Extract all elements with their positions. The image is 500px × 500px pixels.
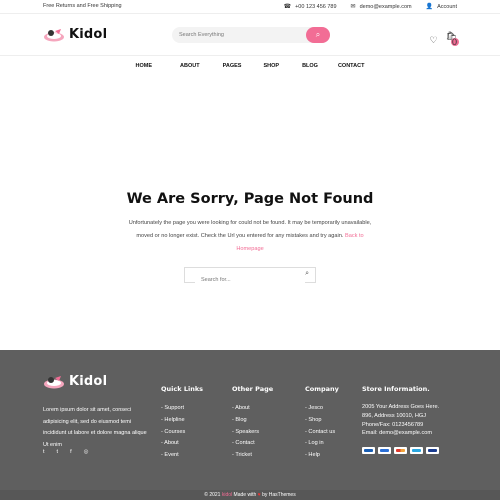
email-text: demo@example.com — [359, 3, 412, 10]
footer-column-company: Company - Jesco - Shop - Contact us - Lo… — [305, 385, 339, 464]
wishlist-icon[interactable]: ♡ — [429, 35, 437, 46]
social-links: t t f ◎ — [43, 449, 88, 455]
logo-text: Kidol — [69, 27, 108, 42]
top-bar: Free Returns and Free Shipping ☎ +00 123 … — [0, 0, 500, 14]
not-found-search: ⌕ — [184, 267, 316, 287]
footer-link[interactable]: - Log in — [305, 440, 324, 446]
nav-home[interactable]: HOME — [136, 56, 153, 76]
amex-icon — [362, 447, 375, 455]
footer-link[interactable]: - Support — [161, 405, 184, 411]
visa-icon — [426, 447, 439, 455]
footer-column-title: Quick Links — [161, 385, 204, 393]
footer-link[interactable]: - Shop — [305, 417, 321, 423]
logo-icon — [44, 28, 64, 41]
footer-link[interactable]: - Contact — [232, 440, 255, 446]
search-input[interactable] — [172, 27, 308, 43]
footer-column-title: Company — [305, 385, 339, 393]
footer-column-title: Other Page — [232, 385, 274, 393]
promo-text: Free Returns and Free Shipping — [43, 3, 122, 9]
nav-shop[interactable]: SHOP — [263, 56, 279, 76]
footer-link[interactable]: - Contact us — [305, 429, 335, 435]
footer-column-title: Store Information. — [362, 385, 430, 393]
discover-icon — [410, 447, 423, 455]
email-link[interactable]: ✉ demo@example.com — [350, 3, 412, 11]
footer-link[interactable]: - About — [232, 405, 250, 411]
nav-about[interactable]: ABOUT — [180, 56, 200, 76]
nav-blog[interactable]: BLOG — [302, 56, 318, 76]
mastercard-icon — [394, 447, 407, 455]
footer-column-quick-links: Quick Links - Support - Helpline - Cours… — [161, 385, 203, 464]
logo[interactable]: Kidol — [43, 27, 107, 42]
account-link[interactable]: 👤 Account — [425, 3, 457, 11]
footer-link[interactable]: - Jesco — [305, 405, 323, 411]
footer-column-store-info: Store Information. 2005 Your Address Goe… — [362, 385, 439, 455]
footer-link[interactable]: - Helpline — [161, 417, 185, 423]
phone-text: +00 123 456 789 — [295, 3, 337, 10]
copyright-year: © 2021 — [204, 492, 221, 498]
footer-link[interactable]: - Blog — [232, 417, 247, 423]
twitter-icon[interactable]: t — [43, 449, 45, 455]
nav-pages[interactable]: PAGES — [223, 56, 242, 76]
footer-logo-text: Kidol — [69, 374, 108, 389]
not-found-text: Unfortunately the page you were looking … — [128, 220, 372, 239]
author-text: by HasThemes — [262, 492, 296, 498]
header: Kidol ⌕ ♡ 🛍0 — [0, 14, 500, 56]
brand-link[interactable]: kidol — [222, 492, 232, 498]
nav-contact[interactable]: CONTACT — [338, 56, 364, 76]
footer: Kidol Lorem ipsum dolor sit amet, consec… — [0, 350, 500, 490]
not-found-section: We Are Sorry, Page Not Found Unfortunate… — [0, 191, 500, 287]
footer-link[interactable]: - Courses — [161, 429, 185, 435]
account-text: Account — [437, 3, 457, 10]
made-with-text: Made with — [233, 492, 257, 498]
not-found-search-input[interactable] — [195, 273, 305, 287]
tumblr-icon[interactable]: t — [57, 449, 59, 455]
store-email: Email: demo@example.com — [362, 430, 433, 437]
instagram-icon[interactable]: ◎ — [84, 449, 89, 455]
facebook-icon[interactable]: f — [70, 449, 72, 455]
footer-link[interactable]: - Help — [305, 452, 320, 458]
cart-count-badge: 0 — [450, 37, 459, 47]
footer-about-text: Lorem ipsum dolor sit amet, conseci adip… — [43, 407, 147, 448]
payment-methods — [362, 447, 439, 455]
header-search: ⌕ — [172, 27, 330, 43]
footer-link[interactable]: - Tricket — [232, 452, 252, 458]
search-button[interactable]: ⌕ — [306, 27, 330, 43]
cart-icon[interactable]: 🛍 0 — [446, 31, 459, 50]
mail-icon: ✉ — [350, 4, 356, 10]
heart-icon: ♥ — [257, 492, 261, 498]
footer-link[interactable]: - About — [161, 440, 179, 446]
phone-link[interactable]: ☎ +00 123 456 789 — [283, 3, 337, 11]
phone-icon: ☎ — [283, 4, 292, 10]
main-nav: HOME ABOUT PAGES SHOP BLOG CONTACT — [0, 56, 500, 76]
page-title: We Are Sorry, Page Not Found — [126, 191, 374, 207]
paypal-icon — [378, 447, 391, 455]
not-found-message: Unfortunately the page you were looking … — [125, 217, 375, 256]
footer-link[interactable]: - Event — [161, 452, 179, 458]
logo-icon — [44, 375, 64, 388]
footer-column-other-page: Other Page - About - Blog - Speakers - C… — [232, 385, 273, 464]
search-icon: ⌕ — [315, 30, 321, 39]
footer-link[interactable]: - Speakers — [232, 429, 259, 435]
footer-logo[interactable]: Kidol — [43, 374, 107, 389]
search-icon[interactable]: ⌕ — [305, 270, 309, 278]
user-icon: 👤 — [425, 4, 434, 10]
copyright-bar: © 2021 kidol Made with ♥ by HasThemes — [0, 490, 500, 500]
